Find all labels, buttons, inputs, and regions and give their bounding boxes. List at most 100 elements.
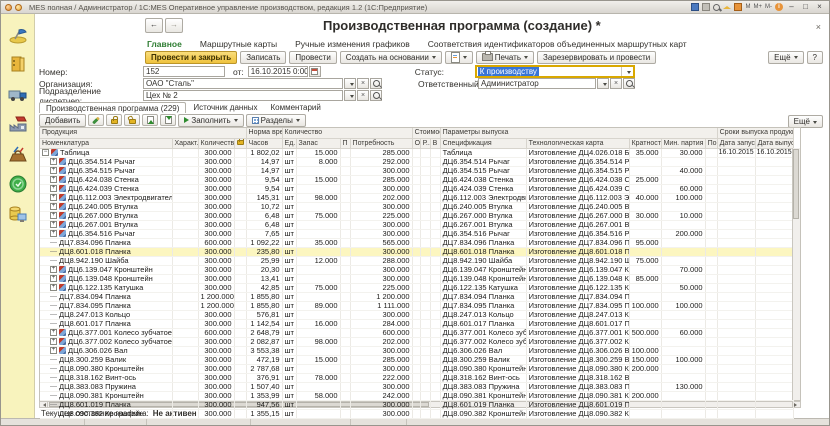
- reference-books-icon[interactable]: [6, 52, 30, 76]
- cell-tech[interactable]: Изготовление ДЦ8.601.017 Планка: [526, 319, 629, 328]
- cell-p[interactable]: [340, 157, 350, 166]
- cell-lock[interactable]: [234, 373, 246, 382]
- cell-v[interactable]: [430, 256, 440, 265]
- cell-spec[interactable]: ДЦ8.247.013 Кольцо: [440, 310, 526, 319]
- tab-ruchnye-izmeneniya[interactable]: Ручные изменения графиков: [295, 39, 410, 49]
- cell-mult[interactable]: 95.000: [629, 238, 661, 247]
- cell-min[interactable]: 10.000: [661, 211, 705, 220]
- cell-mult[interactable]: 200.000: [629, 364, 661, 373]
- table-row[interactable]: +ДЦ6.354.516 Рычаг300.0007,65шт300.000ДЦ…: [40, 229, 793, 238]
- tab-marshrutnye-karty[interactable]: Маршрутные карты: [200, 39, 277, 49]
- cell-tech[interactable]: Изготовление ДЦ6.377.002 Колесо зубчатое: [526, 337, 629, 346]
- column-header[interactable]: О...: [412, 138, 420, 148]
- tab-comment[interactable]: Комментарий: [264, 102, 326, 113]
- cell-lock[interactable]: [234, 382, 246, 391]
- organization-field[interactable]: ОАО "Сталь": [143, 78, 343, 89]
- cell-min[interactable]: 200.000: [661, 229, 705, 238]
- cell-kh[interactable]: [172, 409, 198, 418]
- cell-r[interactable]: [420, 229, 430, 238]
- cell-release[interactable]: [755, 328, 793, 337]
- cell-launch[interactable]: [717, 256, 755, 265]
- cell-tech[interactable]: Изготовление ДЦ8.942.190 Шайба: [526, 256, 629, 265]
- cell-unit[interactable]: шт: [282, 166, 296, 175]
- cell-spec[interactable]: ДЦ8.300.259 Валик: [440, 355, 526, 364]
- department-dropdown-button[interactable]: [344, 90, 356, 101]
- cell-po[interactable]: [705, 256, 717, 265]
- cell-release[interactable]: [755, 319, 793, 328]
- cell-nomenclature[interactable]: —ДЦ7.834.094 Планка: [40, 292, 172, 301]
- cell-nomenclature[interactable]: +ДЦ6.377.002 Колесо зубчатое: [40, 337, 172, 346]
- cell-lock[interactable]: [234, 301, 246, 310]
- add-row-button[interactable]: Добавить: [39, 114, 86, 127]
- cell-spec[interactable]: ДЦ6.139.048 Кронштейн: [440, 274, 526, 283]
- cell-hours[interactable]: 1 855,80: [246, 292, 282, 301]
- cell-mult[interactable]: [629, 373, 661, 382]
- cell-r[interactable]: [420, 247, 430, 256]
- cell-nomenclature[interactable]: —ДЦ8.318.162 Винт-ось: [40, 373, 172, 382]
- cell-v[interactable]: [430, 166, 440, 175]
- expand-rows-button[interactable]: [160, 114, 176, 126]
- cell-unit[interactable]: шт: [282, 301, 296, 310]
- cell-stock[interactable]: [296, 229, 340, 238]
- tree-expand-icon[interactable]: +: [50, 338, 57, 345]
- cell-unit[interactable]: шт: [282, 283, 296, 292]
- help-button[interactable]: ?: [807, 51, 823, 64]
- cell-nomenclature[interactable]: —ДЦ8.247.013 Кольцо: [40, 310, 172, 319]
- cell-qty[interactable]: 300.000: [198, 382, 234, 391]
- cell-hours[interactable]: 13,41: [246, 274, 282, 283]
- cell-tech[interactable]: Изготовление ДЦ6.112.003 Электродвигат: [526, 193, 629, 202]
- cell-hours[interactable]: 14,97: [246, 166, 282, 175]
- cell-need[interactable]: 565.000: [350, 238, 412, 247]
- cell-qty[interactable]: 300.000: [198, 355, 234, 364]
- cell-kh[interactable]: [172, 355, 198, 364]
- cell-need[interactable]: 600.000: [350, 328, 412, 337]
- cell-v[interactable]: [430, 346, 440, 355]
- cell-min[interactable]: [661, 400, 705, 409]
- table-row[interactable]: +ДЦ6.139.047 Кронштейн300.00020,30шт300.…: [40, 265, 793, 274]
- cell-release[interactable]: [755, 265, 793, 274]
- cell-lock[interactable]: [234, 337, 246, 346]
- cell-qty[interactable]: 1 200.000: [198, 301, 234, 310]
- cell-lock[interactable]: [234, 166, 246, 175]
- cell-launch[interactable]: [717, 346, 755, 355]
- cell-release[interactable]: [755, 373, 793, 382]
- cell-p[interactable]: [340, 337, 350, 346]
- cell-qty[interactable]: 300.000: [198, 229, 234, 238]
- cell-nomenclature[interactable]: +ДЦ6.112.003 Электродвигатель: [40, 193, 172, 202]
- cell-need[interactable]: 300.000: [350, 364, 412, 373]
- cell-min[interactable]: [661, 364, 705, 373]
- cell-nomenclature[interactable]: −Таблица: [40, 148, 172, 157]
- cell-unit[interactable]: шт: [282, 373, 296, 382]
- cell-lock[interactable]: [234, 148, 246, 157]
- cell-hours[interactable]: 1 802,02: [246, 148, 282, 157]
- cell-stock[interactable]: [296, 184, 340, 193]
- cell-lock[interactable]: [234, 319, 246, 328]
- cell-min[interactable]: [661, 274, 705, 283]
- cell-o[interactable]: [412, 382, 420, 391]
- cell-v[interactable]: [430, 310, 440, 319]
- cell-stock[interactable]: 98.000: [296, 193, 340, 202]
- fill-button[interactable]: Заполнить: [178, 114, 243, 127]
- tree-expand-icon[interactable]: +: [50, 167, 57, 174]
- cell-tech[interactable]: Изготовление ДЦ6.139.048 Кронштейн: [526, 274, 629, 283]
- cell-min[interactable]: 60.000: [661, 184, 705, 193]
- cell-nomenclature[interactable]: —ДЦ8.942.190 Шайба: [40, 256, 172, 265]
- cell-po[interactable]: [705, 220, 717, 229]
- cell-r[interactable]: [420, 274, 430, 283]
- cell-v[interactable]: [430, 202, 440, 211]
- cell-kh[interactable]: [172, 148, 198, 157]
- cell-mult[interactable]: [629, 157, 661, 166]
- cell-stock[interactable]: 75.000: [296, 283, 340, 292]
- organization-clear-button[interactable]: [357, 78, 369, 89]
- cell-p[interactable]: [340, 382, 350, 391]
- cell-v[interactable]: [430, 238, 440, 247]
- cell-tech[interactable]: Изготовление ДЦ8.300.259 Валик: [526, 355, 629, 364]
- cell-mult[interactable]: 500.000: [629, 328, 661, 337]
- cell-qty[interactable]: 300.000: [198, 274, 234, 283]
- minimize-button[interactable]: [786, 2, 797, 12]
- cell-unit[interactable]: шт: [282, 337, 296, 346]
- group-header[interactable]: Продукция: [40, 128, 246, 138]
- organization-dropdown-button[interactable]: [344, 78, 356, 89]
- cell-qty[interactable]: 300.000: [198, 220, 234, 229]
- cell-p[interactable]: [340, 355, 350, 364]
